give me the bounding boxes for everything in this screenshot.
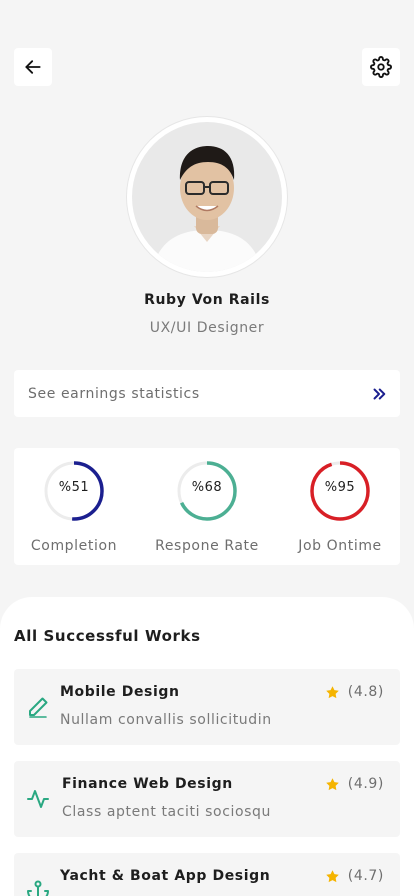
work-rating: (4.7) xyxy=(325,868,384,884)
back-button[interactable] xyxy=(14,48,52,86)
star-icon xyxy=(326,685,339,698)
completion-label: Completion xyxy=(30,538,118,554)
completion-percent: %51 xyxy=(58,480,90,495)
rating-value: (4.7) xyxy=(347,868,384,884)
response-rate-percent: %68 xyxy=(191,480,223,495)
work-rating: (4.9) xyxy=(325,776,384,792)
double-chevron-right-icon xyxy=(373,388,386,399)
work-item-mobile-design[interactable]: Mobile Design Nullam convallis sollicitu… xyxy=(14,669,400,745)
star-icon xyxy=(326,777,339,790)
stat-job-ontime: %95 Job Ontime xyxy=(276,460,404,554)
rating-value: (4.8) xyxy=(347,684,384,700)
profile-role: UX/UI Designer xyxy=(149,320,265,336)
activity-icon xyxy=(27,790,49,808)
settings-button[interactable] xyxy=(362,48,400,86)
stat-response-rate: %68 Respone Rate xyxy=(143,460,271,554)
job-ontime-label: Job Ontime xyxy=(298,538,382,554)
work-item-finance-web-design[interactable]: Finance Web Design Class aptent taciti s… xyxy=(14,761,400,837)
work-title: Finance Web Design xyxy=(62,776,233,792)
work-subtitle: Nullam convallis sollicitudin xyxy=(60,712,272,728)
response-rate-label: Respone Rate xyxy=(155,538,259,554)
pencil-icon xyxy=(29,697,48,718)
works-section-title: All Successful Works xyxy=(14,627,201,645)
work-rating: (4.8) xyxy=(325,684,384,700)
stat-completion: %51 Completion xyxy=(10,460,138,554)
avatar xyxy=(127,117,287,277)
earnings-statistics-link[interactable]: See earnings statistics xyxy=(14,370,400,417)
stats-card: %51 Completion %68 Respone Rate %95 Job … xyxy=(14,448,400,565)
work-title: Yacht & Boat App Design xyxy=(60,868,271,884)
work-title: Mobile Design xyxy=(60,684,180,700)
arrow-left-icon xyxy=(25,60,41,74)
gear-icon xyxy=(370,56,392,78)
avatar-photo xyxy=(132,122,282,272)
rating-value: (4.9) xyxy=(347,776,384,792)
profile-name: Ruby Von Rails xyxy=(144,292,270,308)
work-item-yacht-boat-app-design[interactable]: Yacht & Boat App Design (4.7) xyxy=(14,853,400,896)
anchor-icon xyxy=(27,880,49,896)
work-subtitle: Class aptent taciti sociosqu xyxy=(62,804,272,820)
earnings-label: See earnings statistics xyxy=(28,385,200,402)
star-icon xyxy=(326,869,339,882)
job-ontime-percent: %95 xyxy=(324,480,356,495)
